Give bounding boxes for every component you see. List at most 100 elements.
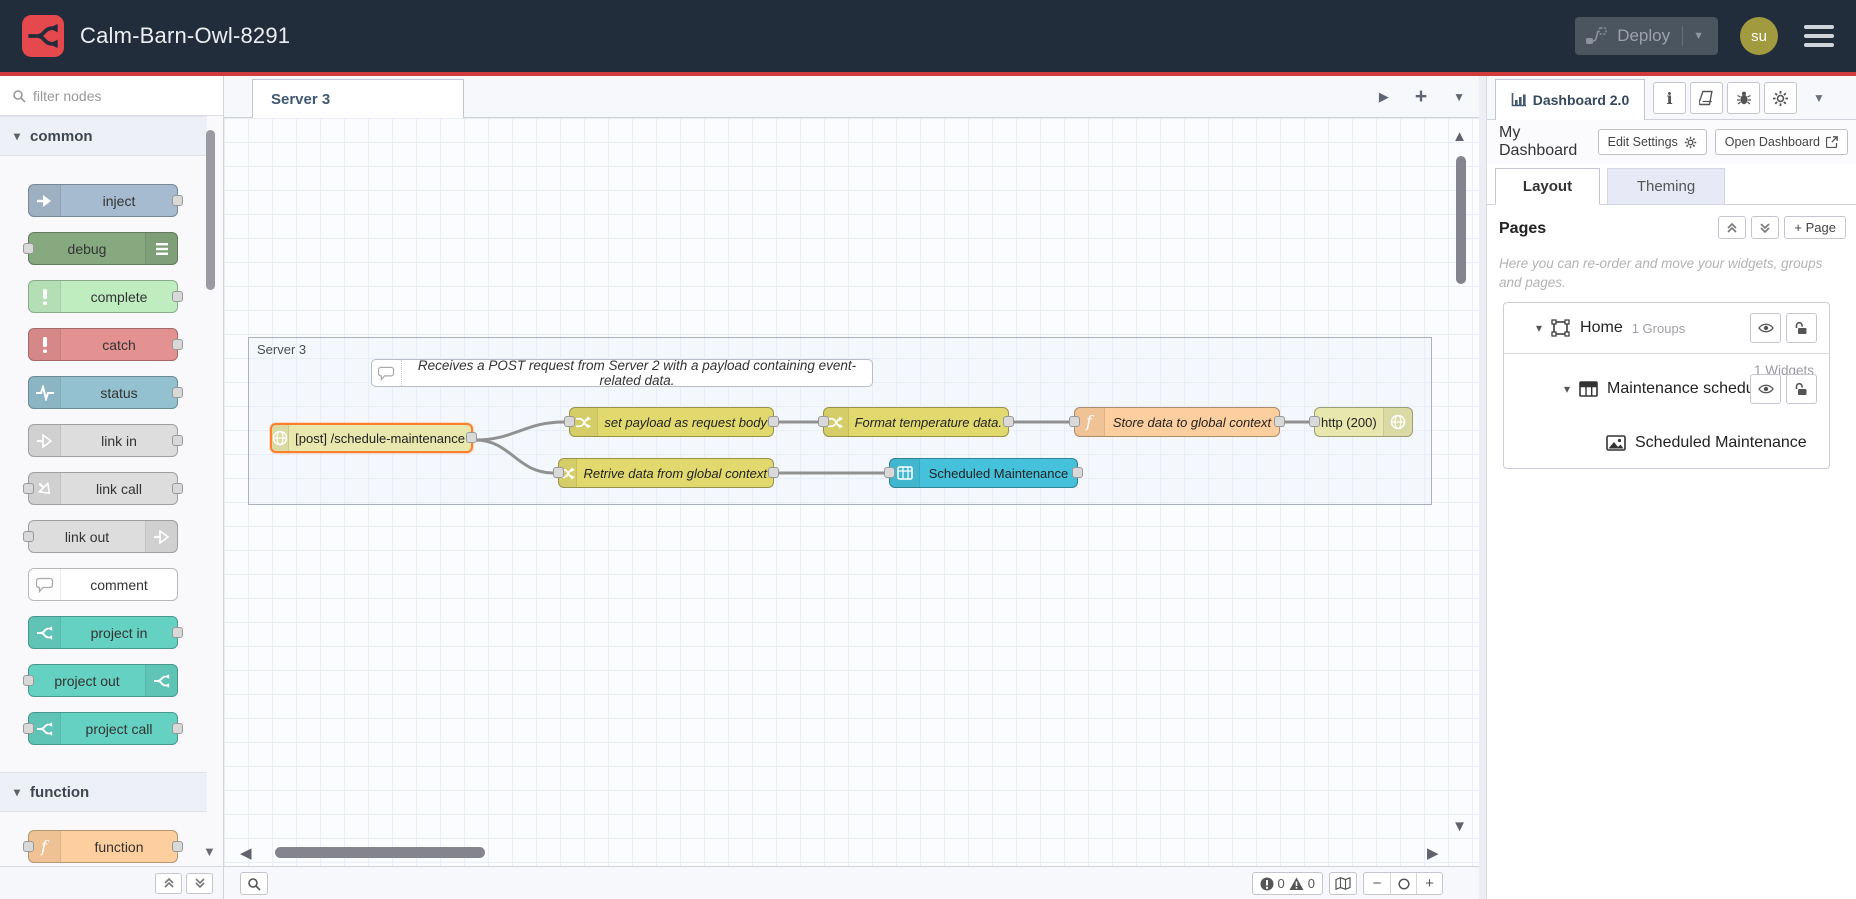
- flow-node-change-3[interactable]: Retrive data from global context: [553, 458, 779, 488]
- input-port[interactable]: [23, 722, 34, 734]
- scroll-down-icon[interactable]: ▼: [203, 844, 216, 859]
- add-flow-button[interactable]: +: [1415, 85, 1427, 109]
- output-port[interactable]: [172, 434, 183, 446]
- flow-node-change-1[interactable]: set payload as request body: [564, 407, 779, 437]
- output-port[interactable]: [768, 467, 779, 478]
- zoom-in-button[interactable]: +: [1416, 873, 1442, 894]
- input-port[interactable]: [23, 530, 34, 542]
- scroll-down-icon[interactable]: ▼: [1452, 818, 1467, 835]
- sidebar-resize-handle[interactable]: [1479, 76, 1487, 899]
- output-port[interactable]: [172, 626, 183, 638]
- zoom-reset-button[interactable]: [1390, 873, 1416, 894]
- output-port[interactable]: [466, 432, 477, 443]
- palette-filter[interactable]: filter nodes: [0, 76, 223, 116]
- zoom-out-button[interactable]: −: [1364, 873, 1390, 894]
- output-port[interactable]: [172, 194, 183, 206]
- info-tab-button[interactable]: i: [1653, 82, 1686, 114]
- help-tab-button[interactable]: [1690, 82, 1723, 114]
- palette-node-inject[interactable]: inject: [28, 184, 183, 217]
- input-port[interactable]: [23, 840, 34, 852]
- open-dashboard-button[interactable]: Open Dashboard: [1714, 129, 1848, 155]
- expand-pages-button[interactable]: [1751, 216, 1780, 239]
- palette-node-link-in[interactable]: link in: [28, 424, 183, 457]
- flow-canvas[interactable]: Server 3 Receives a POST request from Se…: [224, 118, 1479, 866]
- visibility-toggle-button[interactable]: [1750, 313, 1781, 343]
- palette-category-function[interactable]: ▾ function: [0, 772, 207, 812]
- tab-scroll-right-icon[interactable]: ▶: [1379, 89, 1389, 105]
- input-port[interactable]: [23, 242, 34, 254]
- output-port[interactable]: [172, 722, 183, 734]
- input-port[interactable]: [1069, 416, 1080, 427]
- scroll-up-icon[interactable]: ▲: [1452, 128, 1467, 145]
- horizontal-scrollbar[interactable]: [275, 847, 485, 858]
- output-port[interactable]: [1274, 416, 1285, 427]
- widget-row-scheduled-maintenance[interactable]: Scheduled Maintenance: [1504, 418, 1829, 468]
- output-port[interactable]: [172, 338, 183, 350]
- flow-node-http-in[interactable]: [post] /schedule-maintenance: [270, 423, 477, 453]
- palette-node-function[interactable]: f function: [23, 830, 183, 863]
- palette-node-project-in[interactable]: project in: [28, 616, 183, 649]
- flow-node-http-response[interactable]: http (200): [1309, 407, 1413, 437]
- palette-node-project-out[interactable]: project out: [23, 664, 178, 697]
- output-port[interactable]: [1003, 416, 1014, 427]
- palette-node-project-call[interactable]: project call: [23, 712, 183, 745]
- expand-all-button[interactable]: [186, 872, 213, 894]
- deploy-button[interactable]: Deploy ▼: [1575, 17, 1718, 55]
- debug-tab-button[interactable]: [1727, 82, 1760, 114]
- collapse-pages-button[interactable]: [1718, 216, 1747, 239]
- search-flows-button[interactable]: [240, 872, 268, 895]
- config-tab-button[interactable]: [1764, 82, 1797, 114]
- warning-triangle-icon: [1289, 877, 1304, 890]
- main-menu-button[interactable]: [1800, 21, 1838, 51]
- sidebar-tab-dashboard[interactable]: Dashboard 2.0: [1495, 79, 1645, 120]
- error-circle-icon: [1260, 877, 1274, 890]
- palette-node-complete[interactable]: complete: [28, 280, 183, 313]
- add-page-button[interactable]: + Page: [1784, 216, 1846, 239]
- scroll-right-icon[interactable]: ▶: [1427, 844, 1439, 862]
- flow-node-change-2[interactable]: Format temperature data.: [818, 407, 1014, 437]
- tab-theming[interactable]: Theming: [1607, 168, 1725, 205]
- deploy-caret-icon[interactable]: ▼: [1682, 26, 1708, 46]
- output-port[interactable]: [1072, 467, 1083, 478]
- input-port[interactable]: [564, 416, 575, 427]
- palette-node-catch[interactable]: catch: [28, 328, 183, 361]
- input-port[interactable]: [1309, 416, 1320, 427]
- collapse-all-button[interactable]: [155, 872, 182, 894]
- flow-tab-server3[interactable]: Server 3: [252, 79, 464, 118]
- palette-node-comment[interactable]: comment: [28, 568, 178, 601]
- scroll-left-icon[interactable]: ◀: [240, 844, 252, 862]
- palette-node-link-call[interactable]: link call: [23, 472, 183, 505]
- lock-toggle-button[interactable]: [1786, 313, 1817, 343]
- input-port[interactable]: [818, 416, 829, 427]
- output-port[interactable]: [172, 482, 183, 494]
- chevron-down-icon: ▾: [1564, 382, 1571, 396]
- output-port[interactable]: [172, 290, 183, 302]
- lock-toggle-button[interactable]: [1786, 374, 1817, 404]
- visibility-toggle-button[interactable]: [1750, 374, 1781, 404]
- flow-list-caret-icon[interactable]: ▼: [1453, 90, 1465, 104]
- notification-counts[interactable]: 0 0: [1251, 872, 1323, 895]
- output-port[interactable]: [768, 416, 779, 427]
- flow-node-ui-table[interactable]: Scheduled Maintenance: [884, 458, 1083, 488]
- flow-node-function[interactable]: f Store data to global context: [1069, 407, 1285, 437]
- group-row-maintenance[interactable]: ▾ Maintenance schedul... 1 Widgets: [1504, 360, 1829, 418]
- palette-scrollbar[interactable]: [206, 130, 215, 290]
- sidebar-menu-caret-icon[interactable]: ▼: [1813, 91, 1825, 105]
- input-port[interactable]: [23, 482, 34, 494]
- edit-settings-button[interactable]: Edit Settings: [1597, 129, 1707, 155]
- output-port[interactable]: [172, 386, 183, 398]
- palette-category-common[interactable]: ▾ common: [0, 116, 207, 156]
- palette-node-status[interactable]: status: [28, 376, 183, 409]
- tab-layout[interactable]: Layout: [1495, 168, 1600, 205]
- vertical-scrollbar[interactable]: [1456, 156, 1466, 284]
- page-row-home[interactable]: ▾ Home 1 Groups: [1504, 303, 1829, 353]
- flow-node-comment[interactable]: Receives a POST request from Server 2 wi…: [371, 358, 873, 388]
- palette-node-link-out[interactable]: link out: [23, 520, 178, 553]
- output-port[interactable]: [172, 840, 183, 852]
- input-port[interactable]: [553, 467, 564, 478]
- navigator-button[interactable]: [1329, 872, 1357, 895]
- input-port[interactable]: [884, 467, 895, 478]
- palette-node-debug[interactable]: debug: [23, 232, 178, 265]
- input-port[interactable]: [23, 674, 34, 686]
- user-avatar[interactable]: su: [1740, 17, 1778, 55]
